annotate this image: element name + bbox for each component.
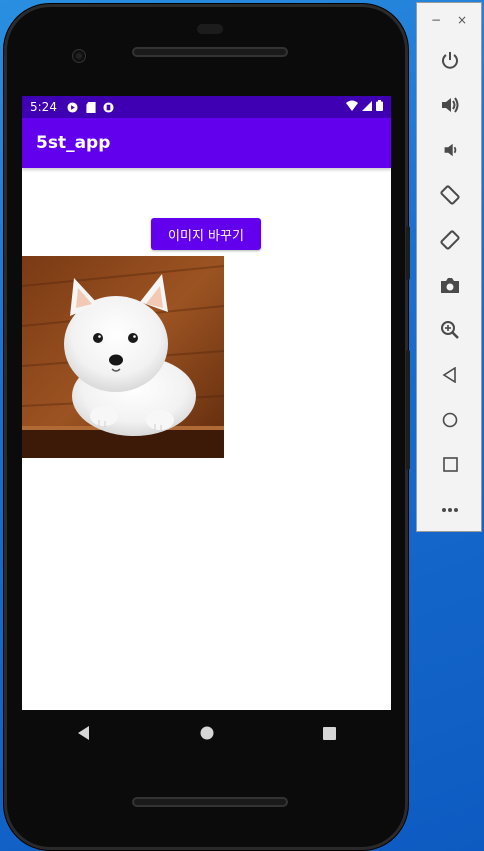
puppy-image xyxy=(22,256,224,458)
close-button[interactable]: × xyxy=(457,13,467,27)
nav-recents-icon[interactable] xyxy=(310,713,350,753)
app-bar: 5st_app xyxy=(22,118,391,168)
zoom-icon[interactable] xyxy=(417,307,483,352)
earpiece xyxy=(197,24,223,34)
shield-notification-icon xyxy=(67,101,79,113)
more-icon[interactable] xyxy=(417,487,483,532)
rotate-right-icon[interactable] xyxy=(417,217,483,262)
volume-down-icon[interactable] xyxy=(417,127,483,172)
status-right-icons xyxy=(346,100,383,114)
top-speaker xyxy=(132,47,288,57)
front-camera xyxy=(73,50,85,62)
nav-back-icon[interactable] xyxy=(64,713,104,753)
change-image-button[interactable]: 이미지 바꾸기 xyxy=(151,218,261,250)
overview-icon[interactable] xyxy=(417,442,483,487)
volume-up-icon[interactable] xyxy=(417,82,483,127)
wifi-icon xyxy=(346,100,358,114)
power-side-button xyxy=(406,226,410,280)
camera-icon[interactable] xyxy=(417,262,483,307)
system-nav-bar xyxy=(22,710,391,756)
minimize-button[interactable]: − xyxy=(431,13,441,27)
power-icon[interactable] xyxy=(417,37,483,82)
volume-side-button xyxy=(406,350,410,470)
device-screen: 5:24 5st_app 이미지 바꾸기 xyxy=(22,96,391,710)
app-title: 5st_app xyxy=(36,133,111,153)
status-bar: 5:24 xyxy=(22,96,391,118)
battery-icon xyxy=(376,100,383,114)
window-controls: − × xyxy=(417,3,481,37)
main-content: 이미지 바꾸기 xyxy=(22,168,391,710)
back-icon[interactable] xyxy=(417,352,483,397)
sd-card-icon xyxy=(85,101,97,113)
rotate-left-icon[interactable] xyxy=(417,172,483,217)
status-time: 5:24 xyxy=(30,100,57,114)
home-icon[interactable] xyxy=(417,397,483,442)
emulator-toolbar: − × xyxy=(416,2,482,532)
bottom-speaker xyxy=(132,797,288,807)
signal-icon xyxy=(362,100,372,114)
notification-app-icon xyxy=(103,101,115,113)
nav-home-icon[interactable] xyxy=(187,713,227,753)
